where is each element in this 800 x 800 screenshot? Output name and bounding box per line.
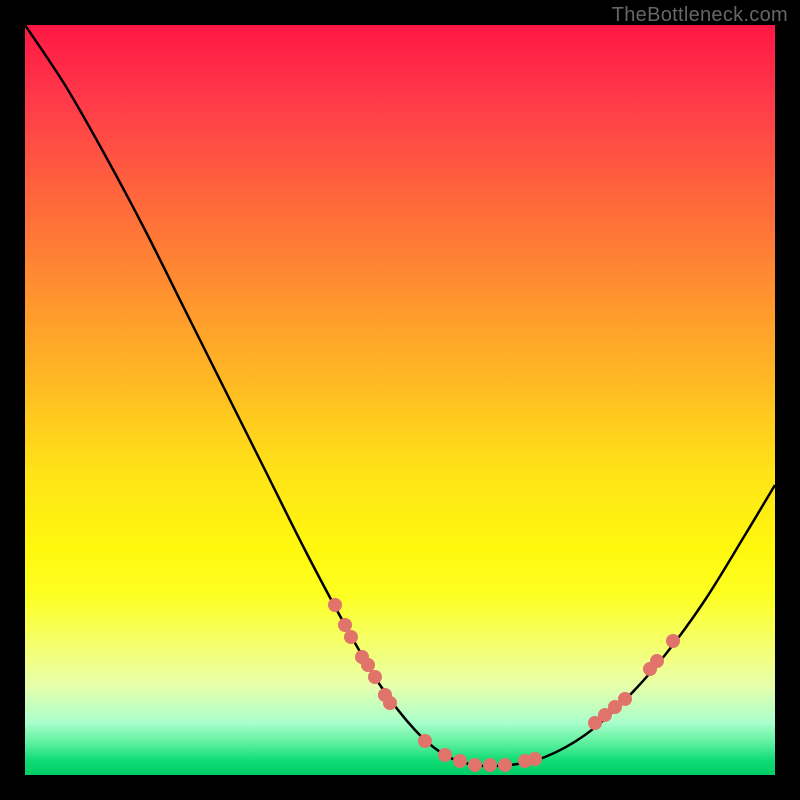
data-point — [453, 754, 467, 768]
data-point — [368, 670, 382, 684]
data-point — [618, 692, 632, 706]
data-point — [328, 598, 342, 612]
data-point — [528, 752, 542, 766]
data-point — [498, 758, 512, 772]
data-point — [650, 654, 664, 668]
data-point — [418, 734, 432, 748]
data-point — [361, 658, 375, 672]
data-point — [666, 634, 680, 648]
watermark-text: TheBottleneck.com — [612, 4, 788, 27]
data-point — [344, 630, 358, 644]
data-point — [338, 618, 352, 632]
chart-svg — [25, 25, 775, 775]
data-point — [483, 758, 497, 772]
data-point — [383, 696, 397, 710]
bottleneck-curve — [25, 25, 775, 766]
data-point — [468, 758, 482, 772]
data-point — [438, 748, 452, 762]
